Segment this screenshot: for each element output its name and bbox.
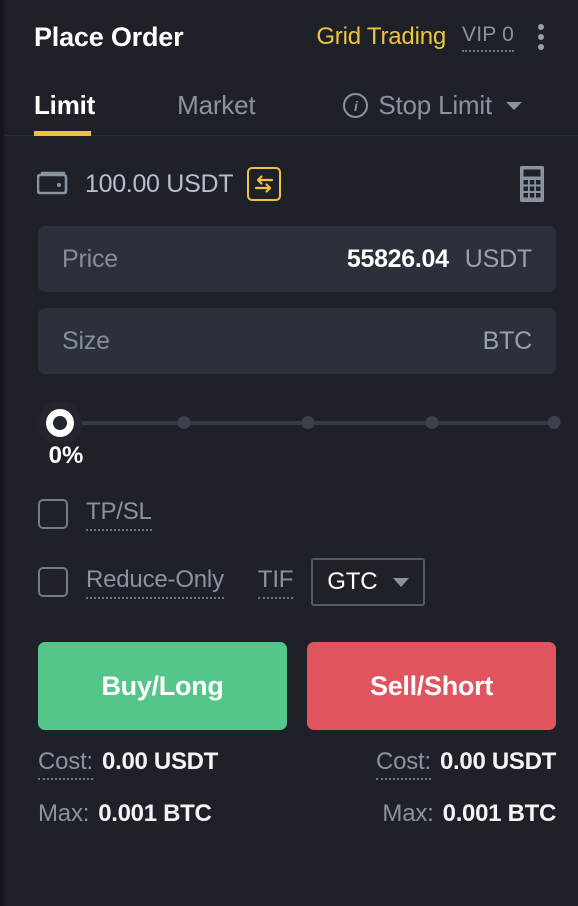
buy-cost-key: Cost:	[38, 748, 93, 780]
slider-stop-50[interactable]	[301, 416, 315, 429]
reduce-only-checkbox[interactable]	[38, 567, 68, 597]
vip-level-label[interactable]: VIP 0	[462, 23, 514, 52]
kebab-dot	[538, 34, 544, 40]
swap-arrows-icon[interactable]	[247, 167, 282, 201]
cost-row: Cost: 0.00 USDT Cost: 0.00 USDT	[38, 748, 556, 780]
tpsl-label[interactable]: TP/SL	[86, 498, 152, 531]
order-actions: Buy/Long Sell/Short	[38, 642, 556, 730]
slider-stop-100[interactable]	[547, 416, 561, 429]
size-input-unit: BTC	[482, 326, 533, 355]
sell-short-button[interactable]: Sell/Short	[307, 642, 556, 730]
size-input-label: Size	[62, 326, 110, 355]
reduce-only-label[interactable]: Reduce-Only	[86, 566, 224, 599]
buy-max-value: 0.001 BTC	[98, 800, 212, 827]
tab-limit[interactable]: Limit	[34, 90, 95, 136]
tab-stop-limit[interactable]: i Stop Limit	[343, 90, 522, 136]
buy-max-key: Max:	[38, 800, 90, 827]
price-input-label: Price	[62, 244, 118, 273]
sell-max-key: Max:	[382, 800, 434, 827]
slider-stop-25[interactable]	[177, 416, 191, 429]
buy-long-button[interactable]: Buy/Long	[38, 642, 287, 730]
slider-percent-label: 0%	[48, 442, 84, 469]
order-type-tabs: Limit Market i Stop Limit	[4, 74, 578, 136]
kebab-dot	[538, 24, 544, 30]
sell-cost-key: Cost:	[375, 748, 431, 780]
kebab-menu-icon[interactable]	[530, 20, 552, 54]
header-actions: Grid Trading VIP 0	[316, 20, 552, 54]
price-input[interactable]: Price 55826.04 USDT	[38, 226, 556, 292]
tab-stop-limit-label: Stop Limit	[378, 90, 492, 120]
buy-max: Max: 0.001 BTC	[38, 800, 212, 828]
slider-track[interactable]	[52, 421, 548, 425]
tab-market[interactable]: Market	[177, 90, 255, 136]
page-title: Place Order	[34, 21, 184, 52]
buy-cost: Cost: 0.00 USDT	[38, 748, 218, 780]
available-balance: 100.00 USDT	[85, 169, 234, 198]
balance-row: 100.00 USDT	[4, 136, 578, 210]
sell-cost: Cost: 0.00 USDT	[375, 748, 556, 780]
slider-handle[interactable]	[38, 401, 82, 445]
grid-trading-link[interactable]: Grid Trading	[316, 23, 446, 51]
info-icon: i	[343, 93, 369, 118]
buy-cost-value: 0.00 USDT	[102, 748, 219, 775]
sell-max-value: 0.001 BTC	[442, 800, 557, 827]
place-order-panel: Place Order Grid Trading VIP 0 Limit Mar…	[0, 0, 578, 906]
tif-label[interactable]: TIF	[257, 566, 293, 599]
wallet-icon	[36, 168, 71, 201]
price-input-unit: USDT	[464, 244, 532, 273]
tif-select[interactable]: GTC	[311, 558, 426, 606]
slider-stop-75[interactable]	[425, 416, 439, 429]
tif-select-value: GTC	[327, 568, 378, 595]
tpsl-row: TP/SL	[4, 492, 578, 536]
tpsl-checkbox[interactable]	[38, 499, 68, 529]
max-row: Max: 0.001 BTC Max: 0.001 BTC	[38, 800, 556, 828]
sell-max: Max: 0.001 BTC	[382, 800, 556, 828]
chevron-down-icon	[393, 577, 410, 587]
reduce-only-row: Reduce-Only TIF GTC	[4, 556, 578, 608]
price-input-value: 55826.04	[346, 244, 449, 273]
panel-header: Place Order Grid Trading VIP 0	[4, 0, 578, 52]
sell-cost-value: 0.00 USDT	[439, 748, 556, 775]
size-input[interactable]: Size BTC	[38, 308, 556, 374]
kebab-dot	[538, 44, 544, 50]
calculator-icon[interactable]	[516, 165, 548, 203]
size-percent-slider[interactable]: 0%	[38, 401, 561, 469]
order-summary: Cost: 0.00 USDT Cost: 0.00 USDT Max: 0.0…	[38, 748, 556, 828]
chevron-down-icon	[505, 101, 522, 110]
